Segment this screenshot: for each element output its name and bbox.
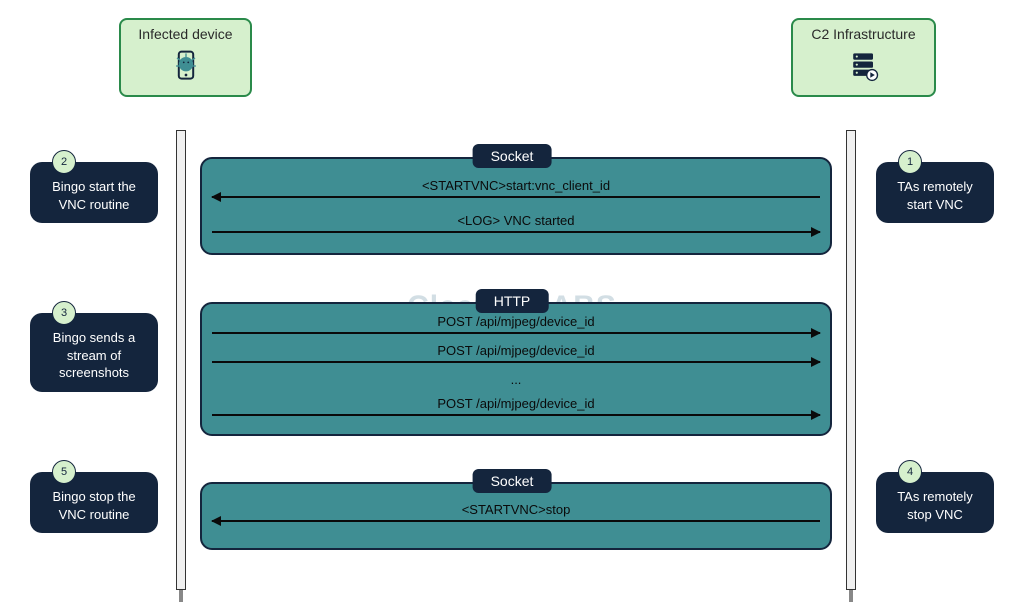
message-ellipsis: ...: [212, 372, 820, 387]
participant-title: C2 Infrastructure: [807, 26, 920, 42]
lifeline-c2: [846, 130, 856, 590]
participant-title: Infected device: [135, 26, 236, 42]
step-note-left-5: 5 Bingo stop the VNC routine: [30, 472, 158, 533]
server-icon: [807, 48, 920, 89]
step-text: Bingo sends a stream of screenshots: [53, 330, 135, 380]
lifeline-stub: [849, 590, 853, 602]
step-note-right-1: 1 TAs remotely start VNC: [876, 162, 994, 223]
step-text: TAs remotely stop VNC: [897, 489, 973, 522]
box-header-http: HTTP: [476, 289, 549, 313]
step-note-left-3: 3 Bingo sends a stream of screenshots: [30, 313, 158, 392]
arrow-right-icon: [212, 414, 820, 416]
message-label: <LOG> VNC started: [212, 213, 820, 228]
message-label: <STARTVNC>stop: [212, 502, 820, 517]
interaction-box-socket-1: [200, 157, 832, 255]
message-label: <STARTVNC>start:vnc_client_id: [212, 178, 820, 193]
lifeline-stub: [179, 590, 183, 602]
box-header-socket-1: Socket: [473, 144, 552, 168]
box-header-socket-2: Socket: [473, 469, 552, 493]
step-badge: 3: [52, 301, 76, 325]
step-text: TAs remotely start VNC: [897, 179, 973, 212]
step-badge: 1: [898, 150, 922, 174]
arrow-right-icon: [212, 332, 820, 334]
step-text: Bingo stop the VNC routine: [52, 489, 135, 522]
mobile-malware-icon: [135, 48, 236, 89]
message-label: POST /api/mjpeg/device_id: [212, 314, 820, 329]
arrow-right-icon: [212, 361, 820, 363]
step-note-right-4: 4 TAs remotely stop VNC: [876, 472, 994, 533]
step-badge: 2: [52, 150, 76, 174]
participant-c2-infrastructure: C2 Infrastructure: [791, 18, 936, 97]
step-text: Bingo start the VNC routine: [52, 179, 136, 212]
arrow-left-icon: [212, 196, 820, 198]
message-label: POST /api/mjpeg/device_id: [212, 396, 820, 411]
message-label: POST /api/mjpeg/device_id: [212, 343, 820, 358]
participant-infected-device: Infected device: [119, 18, 252, 97]
arrow-left-icon: [212, 520, 820, 522]
arrow-right-icon: [212, 231, 820, 233]
step-badge: 5: [52, 460, 76, 484]
step-note-left-2: 2 Bingo start the VNC routine: [30, 162, 158, 223]
lifeline-infected-device: [176, 130, 186, 590]
step-badge: 4: [898, 460, 922, 484]
